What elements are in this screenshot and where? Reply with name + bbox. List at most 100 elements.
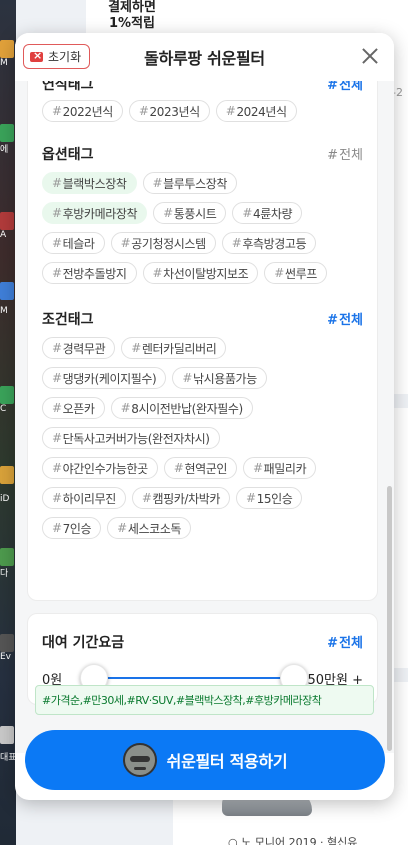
desktop-icon-label: M — [0, 58, 8, 68]
desktop-app-icon[interactable] — [0, 726, 14, 744]
desktop-strip: M 에 A M C iD 다 Ev 대표 — [0, 0, 17, 845]
price-slider-track[interactable] — [94, 677, 294, 679]
section-all-label: 전체 — [339, 313, 363, 328]
reset-button[interactable]: 초기화 — [23, 44, 91, 69]
filter-tag-label: 차선이탈방지보조 — [163, 266, 249, 281]
price-all-button[interactable]: #전체 — [327, 632, 363, 651]
filter-tag-label: 패밀리카 — [263, 461, 307, 476]
background-car-caption: ○ 노 모니어 2019 · 혁신유 — [228, 836, 358, 845]
desktop-app-icon[interactable] — [0, 548, 14, 566]
filter-tag[interactable]: # 경력무관 — [42, 337, 116, 359]
section-all-button[interactable]: #전체 — [327, 144, 363, 163]
filter-tag[interactable]: # 통풍시트 — [153, 202, 227, 224]
scrollbar-thumb[interactable] — [387, 486, 392, 751]
filter-tag[interactable]: #2022년식 — [42, 100, 123, 122]
filter-tag[interactable]: # 차선이탈방지보조 — [142, 262, 259, 284]
filter-tag[interactable]: #2023년식 — [128, 100, 210, 122]
price-section-title: 대여 기간요금 — [42, 635, 125, 651]
filter-tag[interactable]: # 패밀리카 — [243, 457, 317, 479]
filter-tag[interactable]: # 후측방경고등 — [221, 232, 317, 254]
section-title: 연식태그 — [42, 81, 94, 93]
section-title: 조건태그 — [42, 312, 94, 328]
desktop-app-icon[interactable] — [0, 212, 14, 230]
tag-row: # 오픈카 #8시이전반납(완자필수) — [42, 397, 367, 419]
filter-tag-label: 통풍시트 — [173, 206, 217, 221]
filter-tag[interactable]: # 야간인수가능한곳 — [42, 457, 158, 479]
filter-tag[interactable]: # 블루투스장착 — [142, 172, 237, 194]
filter-tag-label: 현역군인 — [184, 461, 227, 476]
filter-tag[interactable]: #15인승 — [236, 487, 303, 509]
filter-tag-label: 4륜차량 — [253, 206, 293, 221]
filter-tag[interactable]: # 블랙박스장착 — [42, 172, 137, 194]
price-all-label: 전체 — [339, 636, 363, 651]
filter-tag[interactable]: # 하이리무진 — [42, 487, 126, 509]
filter-tag[interactable]: # 공기청정시스템 — [110, 232, 216, 254]
section-all-button[interactable]: #전체 — [327, 309, 363, 328]
filter-tag-label: 테슬라 — [62, 236, 95, 251]
promo-line-1: 결제하면 — [108, 0, 156, 15]
section-title: 옵션태그 — [42, 147, 94, 163]
filter-tag-label: 단독사고커버가능(완전자차시) — [62, 431, 210, 446]
desktop-app-icon[interactable] — [0, 124, 14, 142]
backspace-icon — [30, 49, 43, 62]
filter-tag[interactable]: # 테슬라 — [42, 232, 105, 254]
filter-tag[interactable]: # 오픈카 — [42, 397, 105, 419]
filter-tag-label: 후측방경고등 — [242, 236, 307, 251]
filter-tag[interactable]: # 후방카메라장착 — [42, 202, 148, 224]
desktop-app-icon[interactable] — [0, 386, 14, 404]
section-all-button[interactable]: #전체 — [327, 81, 363, 93]
filter-tag-label: 공기청정시스템 — [131, 236, 206, 251]
tag-row: #7인승 # 세스코소독 — [42, 517, 367, 539]
filter-tag-label: 썬루프 — [284, 266, 317, 281]
filter-tag-label: 전방추돌방지 — [62, 266, 127, 281]
tag-row: # 댕댕카(케이지필수) # 낚시용품가능 — [42, 367, 367, 389]
filter-tag[interactable]: #7인승 — [42, 517, 102, 539]
desktop-app-icon[interactable] — [0, 40, 14, 58]
filter-tag-label: 세스코소독 — [127, 521, 182, 536]
filter-tag-label: 7인승 — [62, 521, 92, 536]
tag-row: # 하이리무진 # 캠핑카/차박카 #15인승 — [42, 487, 367, 509]
desktop-app-icon[interactable] — [0, 466, 14, 484]
filter-tag[interactable]: #2024년식 — [215, 100, 297, 122]
filter-tag-label: 2022년식 — [62, 104, 114, 119]
desktop-icon-label: C — [0, 404, 7, 414]
filter-tag[interactable]: # 세스코소독 — [107, 517, 192, 539]
filter-tag-label: 15인승 — [256, 491, 293, 506]
section-all-label: 전체 — [339, 148, 363, 163]
filter-tag[interactable]: # 전방추돌방지 — [42, 262, 137, 284]
desktop-app-icon[interactable] — [0, 282, 14, 300]
desktop-icon-label: A — [0, 230, 7, 240]
tag-row: #2022년식 #2023년식 #2024년식 — [42, 100, 367, 122]
filter-tag[interactable]: #8시이전반납(완자필수) — [110, 397, 253, 419]
desktop-icon-label: 에 — [0, 145, 9, 155]
mascot-icon — [122, 743, 157, 777]
filter-tag-label: 오픈카 — [62, 401, 95, 416]
close-icon[interactable] — [359, 45, 381, 67]
background-promo-banner[interactable]: 결제하면 1%적립 — [86, 0, 178, 34]
modal-title: 돌하루팡 쉬운필터 — [144, 49, 265, 68]
filter-tag[interactable]: # 썬루프 — [264, 262, 327, 284]
desktop-app-icon[interactable] — [0, 634, 14, 652]
tag-row: # 블랙박스장착 # 블루투스장착 — [42, 172, 367, 194]
filter-tag[interactable]: # 단독사고커버가능(완전자차시) — [42, 427, 220, 449]
filter-tag[interactable]: # 렌터카딜리버리 — [121, 337, 227, 359]
filter-tag-label: 블루투스장착 — [163, 176, 227, 191]
filter-tag-label: 2023년식 — [149, 104, 201, 119]
filter-tag-label: 하이리무진 — [62, 491, 117, 506]
reset-label: 초기화 — [48, 50, 82, 64]
filter-tag[interactable]: # 낚시용품가능 — [172, 367, 267, 389]
filter-scroll-area[interactable]: 연식태그 #전체 #2022년식 #2023년식 #2024년식옵션태그 #전체 # 블랙박스… — [15, 81, 394, 753]
tag-row: # 후방카메라장착 # 통풍시트 #4륜차량 — [42, 202, 367, 224]
apply-filter-button[interactable]: 쉬운필터 적용하기 — [25, 730, 385, 790]
filter-tag[interactable]: #4륜차량 — [232, 202, 303, 224]
tag-row: # 단독사고커버가능(완전자차시) — [42, 427, 367, 449]
filter-tag[interactable]: # 댕댕카(케이지필수) — [42, 367, 167, 389]
filter-tag[interactable]: # 현역군인 — [163, 457, 237, 479]
tag-filter-card: 연식태그 #전체 #2022년식 #2023년식 #2024년식옵션태그 #전체 # 블랙박스… — [27, 81, 378, 601]
tag-row: # 경력무관 # 렌터카딜리버리 — [42, 337, 367, 359]
selected-filters-summary: #가격순,#만30세,#RV·SUV,#블랙박스장착,#후방카메라장착 — [35, 685, 374, 715]
filter-tag-label: 댕댕카(케이지필수) — [62, 371, 157, 386]
promo-line-2: 1%적립 — [109, 16, 155, 31]
filter-tag[interactable]: # 캠핑카/차박카 — [131, 487, 230, 509]
filter-tag-label: 2024년식 — [236, 104, 287, 119]
